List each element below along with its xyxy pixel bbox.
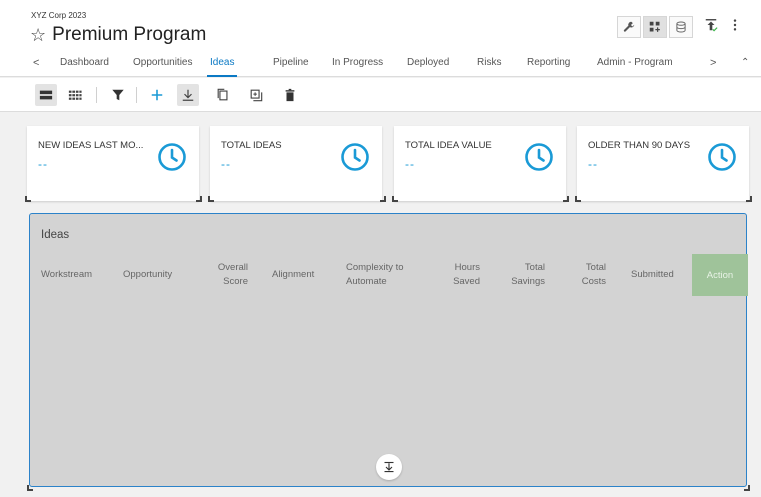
resize-handle[interactable] [392, 196, 398, 202]
ideas-panel: Ideas Workstream Opportunity Overall Sco… [29, 213, 748, 487]
resize-handle[interactable] [208, 196, 214, 202]
grid-add-icon [649, 21, 660, 32]
download-icon [182, 89, 194, 101]
panel-title: Ideas [41, 229, 70, 241]
clock-icon [341, 143, 369, 171]
resize-handle[interactable] [380, 196, 386, 202]
clock-icon [158, 143, 186, 171]
tab-pipeline[interactable]: Pipeline [273, 57, 309, 77]
column-header-overall-score[interactable]: Overall Score [210, 261, 248, 289]
tabs-scroll-icon[interactable]: ⌃ [741, 57, 749, 68]
tab-dashboard[interactable]: Dashboard [60, 57, 109, 77]
download-icon [384, 461, 394, 473]
kpi-value: -- [38, 157, 48, 171]
kpi-card-total-ideas[interactable]: TOTAL IDEAS -- [210, 126, 382, 201]
kpi-label: TOTAL IDEAS [221, 140, 282, 151]
wrench-icon [623, 21, 635, 32]
resize-handle[interactable] [27, 485, 33, 491]
kpi-label: OLDER THAN 90 DAYS [588, 140, 691, 151]
tab-in-progress[interactable]: In Progress [332, 57, 383, 77]
database-button[interactable] [669, 16, 693, 38]
delete-button[interactable] [279, 84, 301, 106]
publish-icon[interactable] [704, 18, 718, 32]
column-header-total-costs[interactable]: Total Costs [570, 261, 606, 289]
kpi-value: -- [588, 157, 598, 171]
page-title: Premium Program [52, 24, 207, 45]
tab-reporting[interactable]: Reporting [527, 57, 570, 77]
kpi-card-older-than-90-days[interactable]: OLDER THAN 90 DAYS -- [577, 126, 749, 201]
clock-icon [525, 143, 553, 171]
grid-view-button[interactable] [64, 84, 86, 106]
clock-icon [708, 143, 736, 171]
grid-add-button[interactable] [643, 16, 667, 38]
more-vertical-icon[interactable] [728, 18, 742, 32]
duplicate-button[interactable] [245, 84, 267, 106]
add-icon [151, 89, 163, 101]
column-header-alignment[interactable]: Alignment [272, 268, 314, 282]
add-button[interactable] [146, 84, 168, 106]
wrench-button[interactable] [617, 16, 641, 38]
tab-deployed[interactable]: Deployed [407, 57, 449, 77]
resize-handle[interactable] [575, 196, 581, 202]
column-header-hours-saved[interactable]: Hours Saved [440, 261, 480, 289]
grid-view-icon [68, 90, 82, 100]
card-view-button[interactable] [35, 84, 57, 106]
tab-risks[interactable]: Risks [477, 57, 501, 77]
tabs-next-icon[interactable]: > [710, 57, 716, 69]
header-right [704, 18, 742, 32]
app-header: XYZ Corp 2023 ☆ Premium Program < Dashbo… [0, 0, 761, 77]
resize-handle[interactable] [25, 196, 31, 202]
kpi-value: -- [221, 157, 231, 171]
duplicate-icon [250, 89, 263, 102]
tab-admin-program[interactable]: Admin - Program [597, 57, 673, 77]
delete-icon [285, 88, 295, 102]
database-icon [676, 21, 686, 33]
kpi-card-total-idea-value[interactable]: TOTAL IDEA VALUE -- [394, 126, 566, 201]
column-header-total-savings[interactable]: Total Savings [500, 261, 545, 289]
kpi-label: NEW IDEAS LAST MO... [38, 140, 144, 151]
filter-button[interactable] [107, 84, 129, 106]
org-name: XYZ Corp 2023 [31, 11, 87, 20]
favorite-star-icon[interactable]: ☆ [30, 26, 46, 44]
resize-handle[interactable] [746, 196, 752, 202]
title-row: ☆ Premium Program [30, 24, 206, 46]
header-tools [617, 16, 693, 38]
resize-handle[interactable] [563, 196, 569, 202]
kpi-value: -- [405, 157, 415, 171]
card-view-icon [39, 90, 53, 100]
column-header-action[interactable]: Action [692, 254, 748, 296]
resize-handle[interactable] [196, 196, 202, 202]
tab-bar: Dashboard Opportunities Ideas Pipeline I… [0, 53, 761, 77]
kpi-card-new-ideas[interactable]: NEW IDEAS LAST MO... -- [27, 126, 199, 201]
download-button[interactable] [177, 84, 199, 106]
tab-opportunities[interactable]: Opportunities [133, 57, 192, 77]
resize-handle[interactable] [744, 485, 750, 491]
filter-icon [112, 89, 124, 101]
copy-icon [217, 88, 228, 101]
ideas-toolbar [0, 78, 761, 112]
column-header-opportunity[interactable]: Opportunity [123, 268, 172, 282]
scroll-down-button[interactable] [376, 454, 402, 480]
kpi-label: TOTAL IDEA VALUE [405, 140, 492, 151]
column-header-submitted[interactable]: Submitted [631, 268, 674, 282]
column-header-workstream[interactable]: Workstream [41, 268, 92, 282]
tab-ideas[interactable]: Ideas [207, 57, 238, 77]
copy-button[interactable] [212, 84, 234, 106]
column-header-complexity[interactable]: Complexity to Automate [346, 261, 404, 289]
